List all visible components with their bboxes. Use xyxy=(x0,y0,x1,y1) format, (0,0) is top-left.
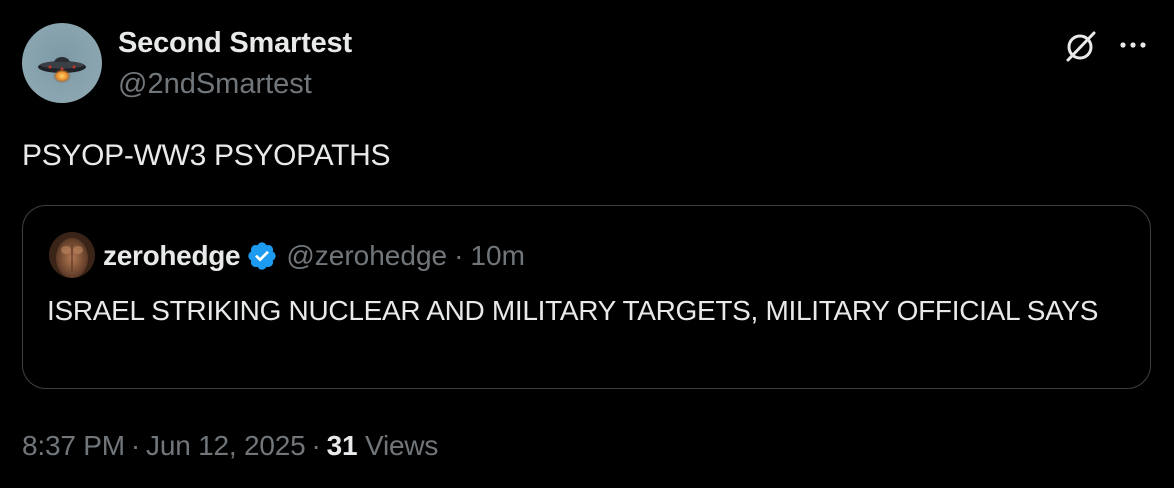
author-display-name[interactable]: Second Smartest xyxy=(118,27,352,60)
separator-dot: · xyxy=(311,430,321,461)
quoted-author-name[interactable]: zerohedge xyxy=(103,240,241,272)
tweet-date[interactable]: Jun 12, 2025 xyxy=(146,430,306,461)
quoted-author-handle[interactable]: @zerohedge xyxy=(286,240,447,272)
quoted-tweet-card[interactable]: zerohedge @zerohedge · 10m ISRAEL STRIKI… xyxy=(22,205,1151,389)
quoted-tweet-text: ISRAEL STRIKING NUCLEAR AND MILITARY TAR… xyxy=(47,295,1099,326)
ufo-avatar-icon xyxy=(22,23,102,103)
grok-icon[interactable] xyxy=(1064,29,1098,63)
tweet-time[interactable]: 8:37 PM xyxy=(22,430,125,461)
separator-dot: · xyxy=(454,240,464,271)
views-label: Views xyxy=(365,430,439,461)
tweet-text: PSYOP-WW3 PSYOPATHS xyxy=(22,139,391,172)
verified-badge-icon xyxy=(246,240,278,272)
quoted-author-avatar[interactable] xyxy=(49,232,95,278)
quoted-tweet-time[interactable]: 10m xyxy=(470,240,524,272)
quoted-tweet-header: zerohedge @zerohedge · 10m xyxy=(103,238,525,274)
author-handle[interactable]: @2ndSmartest xyxy=(118,68,312,101)
author-avatar[interactable] xyxy=(22,23,102,103)
zerohedge-avatar-icon xyxy=(49,232,95,278)
tweet-metadata: 8:37 PM · Jun 12, 2025 · 31 Views xyxy=(22,430,438,462)
more-options-icon[interactable] xyxy=(1115,30,1151,60)
tweet: Second Smartest @2ndSmartest PSYOP-WW3 P… xyxy=(0,0,1174,488)
views-count: 31 xyxy=(326,430,358,461)
separator-dot: · xyxy=(130,430,141,461)
